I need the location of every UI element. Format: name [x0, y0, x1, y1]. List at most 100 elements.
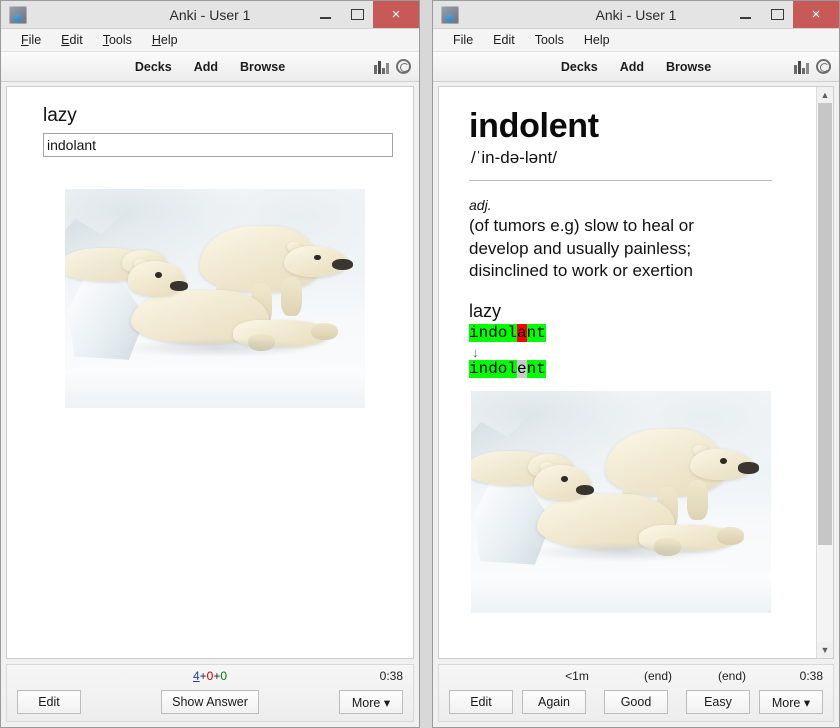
typed-answer-diff: indolant: [469, 325, 802, 342]
bear-eye: [155, 272, 162, 278]
sync-icon[interactable]: [396, 59, 411, 74]
anki-window-answer[interactable]: Anki - User 1 × File Edit Tools Help Dec…: [432, 0, 840, 728]
maximize-icon: [771, 9, 784, 20]
minimize-button[interactable]: [729, 1, 761, 28]
show-answer-button[interactable]: Show Answer: [161, 690, 259, 714]
anki-icon: [9, 6, 27, 24]
scrollbar-track[interactable]: [817, 103, 833, 642]
good-button[interactable]: Good: [604, 690, 668, 714]
more-button[interactable]: More ▾: [339, 690, 403, 714]
button-row-right: Edit Again Good Easy More ▾: [439, 690, 833, 714]
scrollbar-thumb[interactable]: [818, 103, 832, 545]
bear-eye: [314, 255, 321, 261]
menu-tools[interactable]: Tools: [93, 29, 142, 51]
interval-good: (end): [621, 669, 695, 683]
again-button[interactable]: Again: [522, 690, 586, 714]
menu-tools-label: ools: [109, 33, 132, 47]
menu-tools[interactable]: Tools: [525, 29, 574, 51]
menu-edit[interactable]: Edit: [483, 29, 525, 51]
card-image-right: [471, 391, 771, 613]
titlebar-right[interactable]: Anki - User 1 ×: [433, 1, 839, 29]
count-new[interactable]: 4: [193, 669, 200, 683]
window-controls-right[interactable]: ×: [729, 1, 839, 28]
bear-snout: [170, 281, 188, 291]
menu-help-label: elp: [161, 33, 178, 47]
diff-ok-suffix: nt: [527, 324, 546, 342]
toolbar-decks[interactable]: Decks: [561, 60, 598, 74]
correct-answer-diff: indolent: [469, 361, 802, 378]
answer-headword: indolent: [469, 107, 802, 146]
titlebar-left[interactable]: Anki - User 1 ×: [1, 1, 419, 29]
toolbar-browse[interactable]: Browse: [666, 60, 711, 74]
minimize-button[interactable]: [309, 1, 341, 28]
bear-eye: [720, 458, 727, 464]
toolbar-browse[interactable]: Browse: [240, 60, 285, 74]
menubar-right[interactable]: File Edit Tools Help: [433, 29, 839, 52]
menu-file-label: ile: [29, 33, 42, 47]
spacer-label: [449, 669, 533, 683]
scroll-up-icon[interactable]: ▲: [817, 87, 833, 103]
toolbar-decks[interactable]: Decks: [135, 60, 172, 74]
anki-icon: [441, 6, 459, 24]
maximize-button[interactable]: [761, 1, 793, 28]
bear-leg: [281, 277, 302, 316]
scroll-down-icon[interactable]: ▼: [817, 642, 833, 658]
interval-easy: (end): [695, 669, 769, 683]
toolbar-right[interactable]: Decks Add Browse: [433, 52, 839, 82]
interval-again: <1m: [533, 669, 621, 683]
close-button[interactable]: ×: [373, 1, 419, 28]
correct-ok-prefix: indol: [469, 360, 517, 378]
card-content-answer: indolent /ˈin-də-lənt/ adj. (of tumors e…: [439, 87, 816, 658]
sync-icon[interactable]: [816, 59, 831, 74]
card-counts: 4+0+0: [7, 669, 413, 683]
bear-leg: [687, 480, 708, 520]
menu-help[interactable]: Help: [574, 29, 620, 51]
menu-file[interactable]: File: [443, 29, 483, 51]
more-button[interactable]: More ▾: [759, 690, 823, 714]
minimize-icon: [320, 17, 331, 19]
bear-snout: [738, 462, 759, 473]
menu-edit-label: dit: [70, 33, 83, 47]
menu-help-mnemonic: H: [152, 33, 161, 47]
session-timer-right: 0:38: [800, 669, 823, 683]
count-due: 0: [220, 669, 227, 683]
menubar-left[interactable]: File Edit Tools Help: [1, 29, 419, 52]
close-button[interactable]: ×: [793, 1, 839, 28]
button-row-left: Edit Show Answer More ▾: [7, 690, 413, 714]
toolbar-left[interactable]: Decks Add Browse: [1, 52, 419, 82]
card-image-left: [65, 189, 365, 408]
toolbar-add[interactable]: Add: [620, 60, 644, 74]
anki-window-question[interactable]: Anki - User 1 × File Edit Tools Help Dec…: [0, 0, 420, 728]
desktop-background: Anki - User 1 × File Edit Tools Help Dec…: [0, 0, 840, 728]
interval-labels: <1m (end) (end): [439, 669, 833, 683]
stats-icon[interactable]: [374, 60, 389, 74]
edit-button[interactable]: Edit: [17, 690, 81, 714]
window-controls-left[interactable]: ×: [309, 1, 419, 28]
correct-ok-suffix: nt: [527, 360, 546, 378]
menu-file[interactable]: File: [11, 29, 51, 51]
toolbar-icons-right[interactable]: [794, 52, 831, 81]
minimize-icon: [740, 17, 751, 19]
easy-button[interactable]: Easy: [686, 690, 750, 714]
card-area-right: indolent /ˈin-də-lənt/ adj. (of tumors e…: [438, 86, 834, 659]
divider: [469, 180, 772, 181]
toolbar-icons-left[interactable]: [374, 52, 411, 81]
bear-shadow: [119, 338, 317, 358]
diff-ok-prefix: indol: [469, 324, 517, 342]
card-area-left: lazy: [6, 86, 414, 659]
down-arrow-icon: ↓: [472, 346, 802, 359]
type-answer-input[interactable]: [43, 133, 393, 157]
bear-snout: [332, 259, 353, 270]
maximize-button[interactable]: [341, 1, 373, 28]
session-timer-left: 0:38: [380, 669, 403, 683]
menu-help[interactable]: Help: [142, 29, 188, 51]
stats-icon[interactable]: [794, 60, 809, 74]
menu-edit[interactable]: Edit: [51, 29, 93, 51]
toolbar-add[interactable]: Add: [194, 60, 218, 74]
menu-file-mnemonic: F: [21, 33, 29, 47]
answer-phonetic: /ˈin-də-lənt/: [471, 148, 802, 168]
vertical-scrollbar[interactable]: ▲ ▼: [816, 87, 833, 658]
definition-text: (of tumors e.g) slow to heal or develop …: [469, 215, 751, 283]
edit-button[interactable]: Edit: [449, 690, 513, 714]
bottom-bar-left: 4+0+0 0:38 Edit Show Answer More ▾: [6, 664, 414, 722]
